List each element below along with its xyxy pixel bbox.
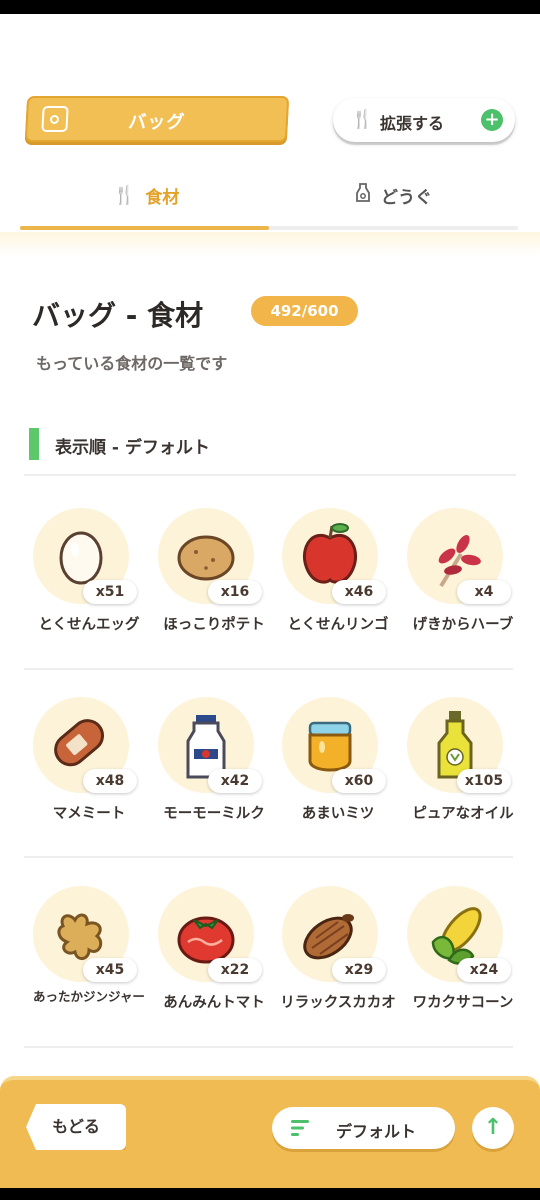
- expand-button-label: 拡張する: [380, 114, 445, 133]
- item-name: リラックスカカオ: [280, 995, 396, 1011]
- status-bar: [0, 0, 540, 14]
- sort-accent-bar: [29, 428, 39, 460]
- item-quantity: x45: [83, 958, 137, 982]
- item-quantity: x42: [208, 769, 262, 793]
- divider: [24, 474, 516, 476]
- item-quantity: x51: [83, 580, 137, 604]
- item-name: モーモーミルク: [163, 806, 265, 822]
- sort-button[interactable]: デフォルト: [272, 1107, 455, 1149]
- item-name: ワカクサコーン: [412, 995, 514, 1011]
- item-name: ほっこりポテト: [163, 617, 265, 633]
- ingredient-item[interactable]: x105 ピュアなオイル: [401, 689, 525, 849]
- ingredient-item[interactable]: x16 ほっこりポテト: [152, 500, 276, 660]
- ingredient-item[interactable]: x60 あまいミツ: [276, 689, 400, 849]
- item-name: マメミート: [52, 806, 126, 822]
- ingredient-item[interactable]: x51 とくせんエッグ: [27, 500, 151, 660]
- item-name: あったかジンジャー: [33, 989, 145, 1004]
- divider: [24, 856, 513, 858]
- arrow-up-icon: ↑: [483, 1115, 503, 1140]
- item-name: げきからハーブ: [412, 617, 514, 633]
- ingredient-item[interactable]: x46 とくせんリンゴ: [276, 500, 400, 660]
- system-nav-bar: [0, 1188, 540, 1200]
- sort-order-label: 表示順 - デフォルト: [55, 438, 210, 458]
- item-name: とくせんリンゴ: [287, 617, 389, 633]
- bag-tab[interactable]: バッグ: [24, 96, 290, 142]
- item-quantity: x4: [457, 580, 511, 604]
- divider: [24, 668, 513, 670]
- capacity-badge: 492/600: [251, 296, 358, 326]
- sort-lines-icon: [291, 1120, 309, 1136]
- item-name: あんみんトマト: [163, 995, 265, 1011]
- item-quantity: x22: [208, 958, 262, 982]
- ingredient-item[interactable]: x48 マメミート: [27, 689, 151, 849]
- plus-icon: +: [481, 109, 503, 131]
- fork-knife-icon: 🍴: [113, 184, 136, 206]
- divider: [24, 1046, 513, 1048]
- item-name: あまいミツ: [301, 806, 375, 822]
- tab-food[interactable]: 🍴 食材: [113, 180, 179, 210]
- tab-underline-active: [20, 226, 269, 230]
- header-glow: [0, 232, 540, 256]
- fork-knife-icon: 🍴: [351, 109, 374, 130]
- ingredient-item[interactable]: x24 ワカクサコーン: [401, 878, 525, 1038]
- page-subtitle: もっている食材の一覧です: [36, 354, 228, 373]
- item-quantity: x60: [332, 769, 386, 793]
- item-quantity: x46: [332, 580, 386, 604]
- bag-tab-label: バッグ: [127, 112, 186, 133]
- tab-food-label: 食材: [145, 187, 180, 208]
- sort-direction-button[interactable]: ↑: [472, 1107, 514, 1149]
- item-quantity: x48: [83, 769, 137, 793]
- item-quantity: x105: [457, 769, 511, 793]
- ingredient-item[interactable]: x29 リラックスカカオ: [276, 878, 400, 1038]
- tab-tools[interactable]: どうぐ: [355, 180, 432, 210]
- back-button[interactable]: もどる: [26, 1104, 126, 1150]
- expand-button[interactable]: 🍴 拡張する +: [333, 98, 515, 142]
- item-quantity: x24: [457, 958, 511, 982]
- ingredient-item[interactable]: x22 あんみんトマト: [152, 878, 276, 1038]
- ingredient-item[interactable]: x45 あったかジンジャー: [27, 878, 151, 1038]
- ingredient-item[interactable]: x4 げきからハーブ: [401, 500, 525, 660]
- item-quantity: x29: [332, 958, 386, 982]
- bottle-icon: [355, 182, 371, 208]
- tab-tools-label: どうぐ: [381, 187, 432, 208]
- ingredient-item[interactable]: x42 モーモーミルク: [152, 689, 276, 849]
- item-name: ピュアなオイル: [412, 806, 514, 822]
- page-title: バッグ - 食材: [32, 299, 204, 332]
- item-name: とくせんエッグ: [38, 617, 140, 633]
- item-quantity: x16: [208, 580, 262, 604]
- sort-button-label: デフォルト: [336, 1122, 417, 1141]
